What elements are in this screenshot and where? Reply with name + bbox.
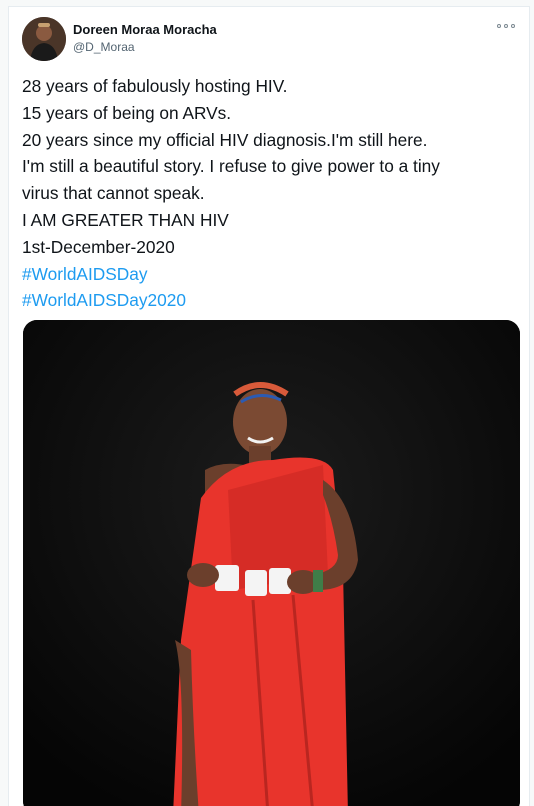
hashtag-link[interactable]: #WorldAIDSDay (22, 261, 522, 288)
author-avatar[interactable] (22, 17, 66, 61)
tweet-line: 20 years since my official HIV diagnosis… (22, 129, 428, 150)
tweet-line: I'm still a beautiful story. I refuse to… (22, 156, 440, 177)
tweet-photo[interactable] (23, 320, 520, 806)
author-name[interactable]: Doreen Moraa Moracha (73, 22, 217, 37)
tweet-line: 28 years of fabulously hosting HIV. (22, 76, 288, 96)
tweet-line: virus that cannot speak. (22, 183, 205, 204)
tweet-line: 1st-December-2020 (22, 236, 175, 257)
tweet-card: Doreen Moraa Moracha @D_Moraa 28 years o… (8, 6, 530, 806)
tweet-text: 28 years of fabulously hosting HIV. 15 y… (22, 73, 522, 314)
tweet-line: I AM GREATER THAN HIV (22, 209, 229, 230)
author-handle[interactable]: @D_Moraa (73, 40, 135, 54)
tweet-line: 15 years of being on ARVs. (22, 102, 232, 123)
more-horizontal-icon[interactable] (497, 21, 515, 31)
hashtag-link[interactable]: #WorldAIDSDay2020 (22, 287, 522, 314)
